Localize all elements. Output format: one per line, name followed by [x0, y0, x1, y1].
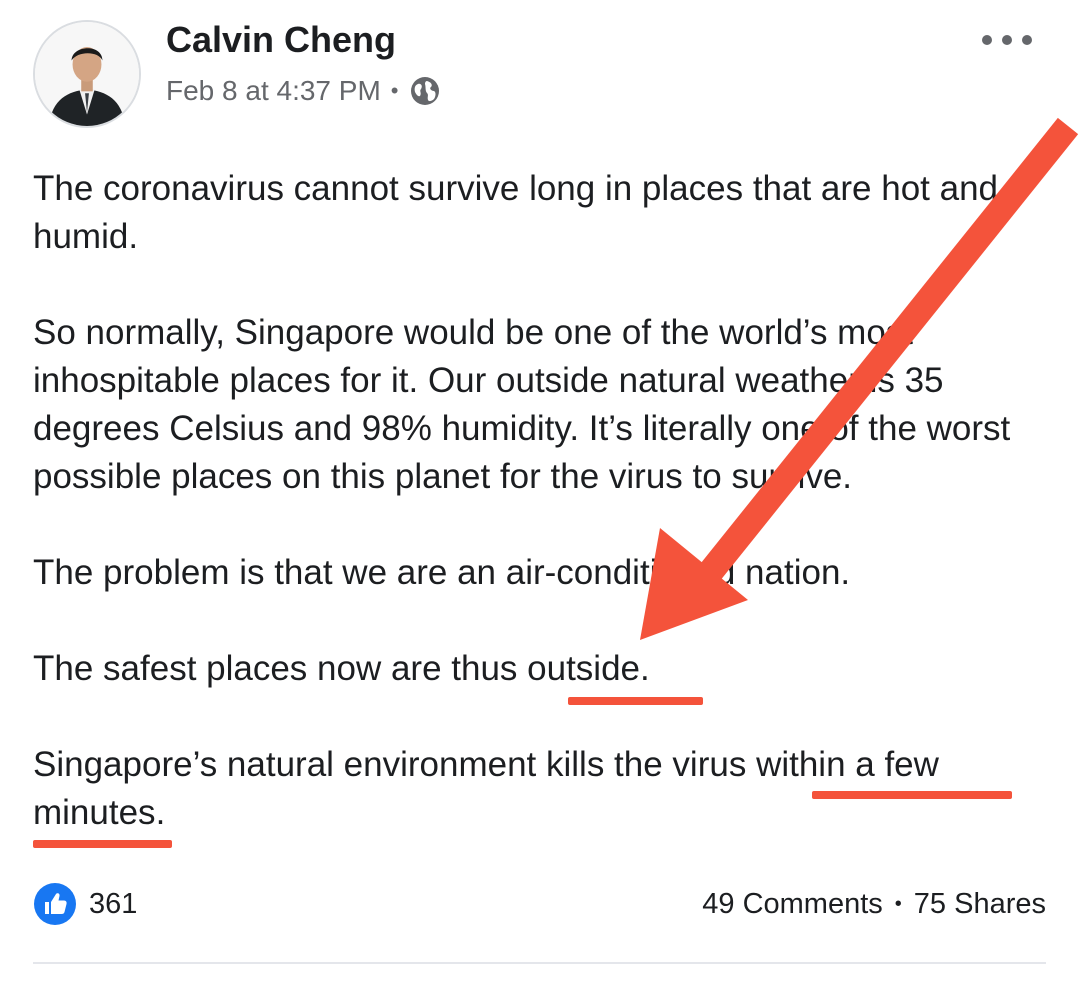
underline-annotation-within-a-few [812, 791, 1012, 799]
more-options-button[interactable] [982, 28, 1032, 52]
underline-annotation-minutes [33, 840, 172, 848]
post-timestamp[interactable]: Feb 8 at 4:37 PM [166, 73, 381, 109]
avatar-photo [35, 22, 139, 126]
more-dot-icon [1022, 35, 1032, 45]
underline-annotation-outside [568, 697, 703, 705]
likes-count: 361 [89, 887, 138, 920]
divider [33, 962, 1046, 964]
paragraph-4-text: The safest places now are thus [33, 649, 528, 688]
comments-link[interactable]: 49 Comments [702, 888, 883, 921]
post-text: The coronavirus cannot survive long in p… [33, 165, 1033, 885]
meta-separator: • [390, 78, 399, 103]
paragraph-4: The safest places now are thus outside. [33, 645, 1033, 693]
paragraph-5-end: . [155, 793, 166, 832]
author-avatar[interactable] [33, 20, 141, 128]
more-dot-icon [1002, 35, 1012, 45]
post-meta: Feb 8 at 4:37 PM • [166, 73, 441, 109]
post-stats-bar: 361 49 Comments • 75 Shares [33, 880, 1046, 928]
reactions-summary[interactable]: 361 [33, 882, 137, 926]
more-dot-icon [982, 35, 992, 45]
engagement-counts: 49 Comments • 75 Shares [702, 888, 1046, 921]
paragraph-1: The coronavirus cannot survive long in p… [33, 169, 999, 256]
shares-link[interactable]: 75 Shares [914, 888, 1046, 921]
paragraph-2: So normally, Singapore would be one of t… [33, 313, 1011, 496]
stats-separator: • [894, 892, 902, 915]
paragraph-5: Singapore’s natural environment kills th… [33, 741, 1033, 837]
like-reaction-icon [34, 883, 76, 925]
globe-icon[interactable] [409, 75, 441, 107]
highlight-outside: outside. [527, 649, 650, 688]
author-name[interactable]: Calvin Cheng [166, 18, 396, 62]
paragraph-3: The problem is that we are an air-condit… [33, 553, 851, 592]
paragraph-5-text: Singapore’s natural environment kills th… [33, 745, 757, 784]
